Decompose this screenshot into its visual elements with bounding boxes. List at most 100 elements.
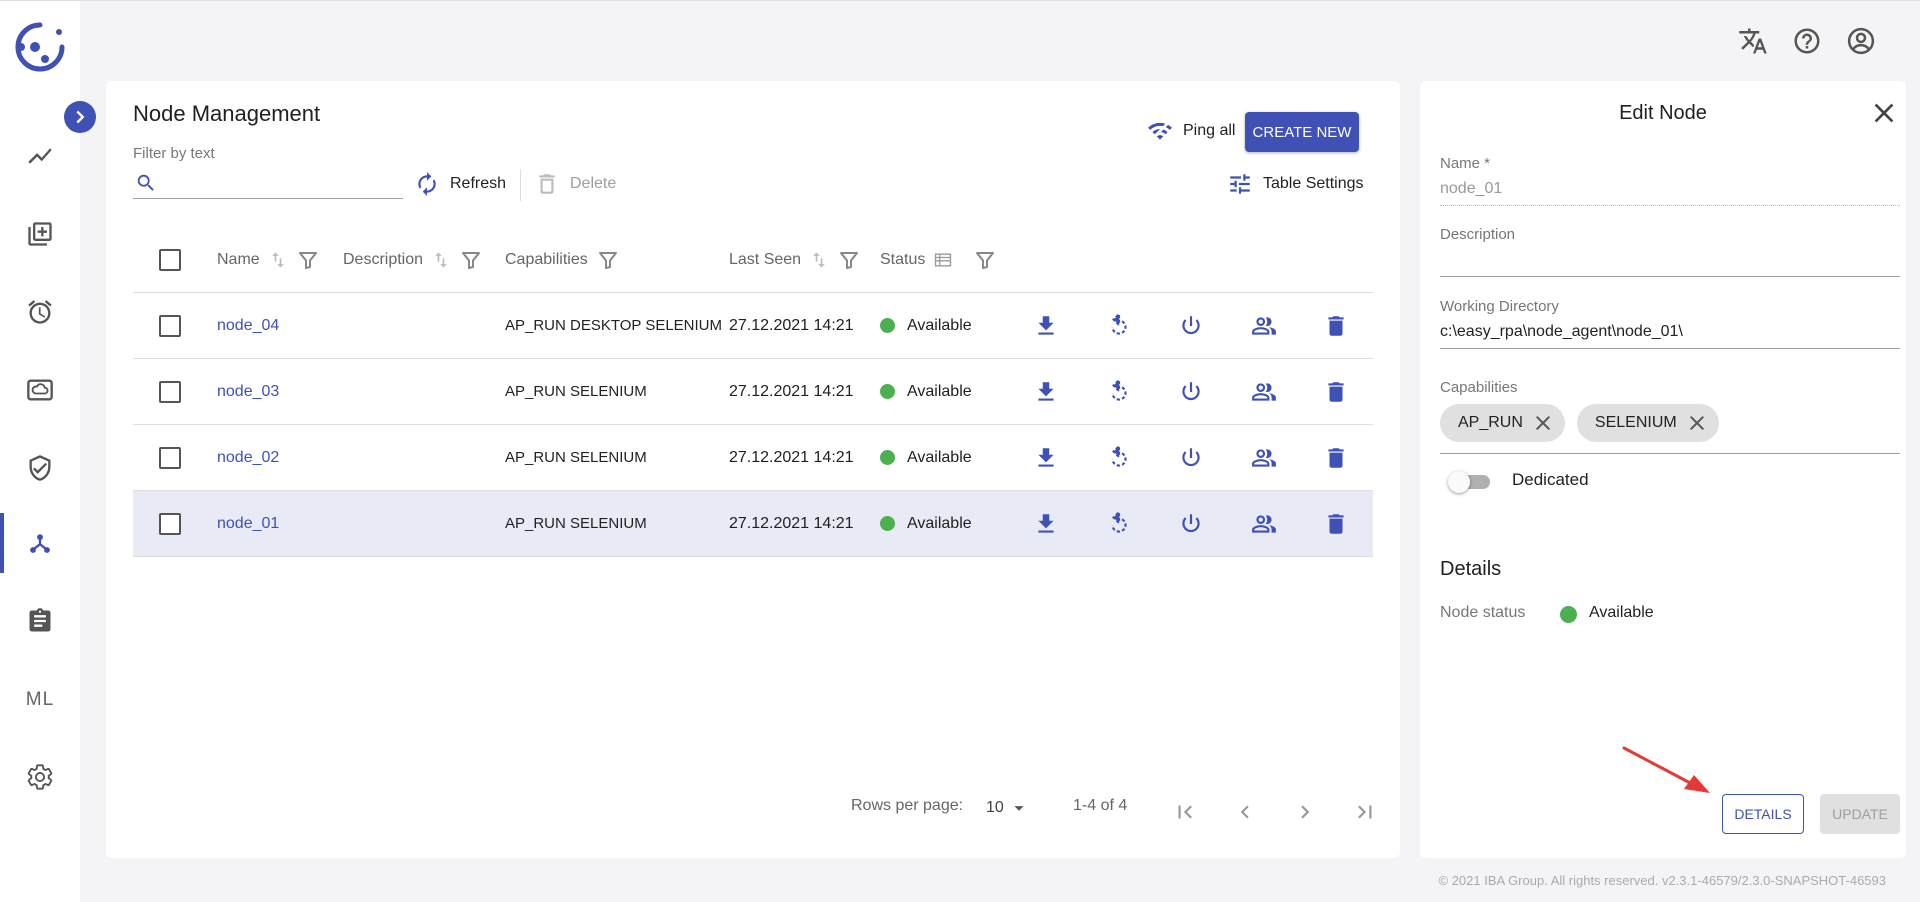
sidebar-item-schedules[interactable]: [0, 282, 80, 342]
refresh-button[interactable]: Refresh: [414, 171, 506, 197]
delete-row-button[interactable]: [1323, 491, 1349, 556]
name-field-label: Name *: [1440, 155, 1491, 172]
node-name-link[interactable]: node_02: [217, 425, 279, 490]
dedicated-label: Dedicated: [1512, 470, 1589, 489]
language-button[interactable]: [1738, 26, 1768, 56]
column-header-description[interactable]: Description: [343, 227, 483, 292]
rows-per-page-select[interactable]: 10: [986, 797, 1030, 819]
sidebar-item-automation-processes[interactable]: [0, 204, 80, 264]
close-panel-button[interactable]: [1868, 97, 1900, 129]
row-select-cell: [159, 359, 181, 424]
filter-icon[interactable]: [296, 248, 320, 272]
restart-button[interactable]: [1106, 425, 1132, 490]
download-button[interactable]: [1033, 425, 1059, 490]
sidebar-expand-button[interactable]: [64, 101, 96, 133]
node-name-link[interactable]: node_03: [217, 359, 279, 424]
chevron-left-icon: [1240, 805, 1249, 819]
capability-chip-label: SELENIUM: [1594, 414, 1677, 431]
people-icon: [1252, 316, 1276, 335]
power-button[interactable]: [1178, 425, 1204, 490]
sidebar-item-storage[interactable]: [0, 360, 80, 420]
table-settings-button[interactable]: Table Settings: [1227, 171, 1364, 197]
download-icon: [1038, 447, 1054, 467]
users-button[interactable]: [1251, 491, 1277, 556]
table-row[interactable]: node_03 AP_RUN SELENIUM 27.12.2021 14:21…: [133, 359, 1373, 425]
delete-row-button[interactable]: [1323, 425, 1349, 490]
people-icon: [1252, 514, 1276, 533]
next-page-button[interactable]: [1292, 799, 1318, 825]
sidebar-item-ml[interactable]: ML: [0, 670, 80, 730]
details-button[interactable]: DETAILS: [1722, 794, 1804, 834]
app-logo[interactable]: [12, 19, 68, 75]
working-directory-value[interactable]: c:\easy_rpa\node_agent\node_01\: [1440, 323, 1900, 349]
sidebar-item-security[interactable]: [0, 438, 80, 498]
row-checkbox[interactable]: [159, 380, 181, 403]
column-header-name[interactable]: Name: [217, 227, 320, 292]
row-checkbox[interactable]: [159, 446, 181, 469]
delete-row-button[interactable]: [1323, 293, 1349, 358]
column-header-capabilities[interactable]: Capabilities: [505, 227, 620, 292]
create-new-button[interactable]: CREATE NEW: [1245, 112, 1359, 152]
node-name-link[interactable]: node_04: [217, 293, 279, 358]
top-border: [0, 0, 1920, 1]
close-icon[interactable]: [1685, 411, 1709, 435]
sort-icon[interactable]: [268, 250, 288, 270]
first-page-button[interactable]: [1172, 799, 1198, 825]
restart-button[interactable]: [1106, 293, 1132, 358]
previous-page-button[interactable]: [1232, 799, 1258, 825]
sort-icon[interactable]: [809, 250, 829, 270]
restart-button[interactable]: [1106, 359, 1132, 424]
help-button[interactable]: [1792, 26, 1822, 56]
dropdown-arrow-icon: [1014, 806, 1024, 811]
working-directory-field[interactable]: Working Directory c:\easy_rpa\node_agent…: [1440, 298, 1900, 349]
close-icon[interactable]: [1531, 411, 1555, 435]
filter-input[interactable]: [165, 169, 401, 197]
capabilities-field[interactable]: Capabilities AP_RUN SELENIUM: [1440, 379, 1900, 454]
delete-button[interactable]: Delete: [534, 171, 616, 197]
sidebar-item-tasks[interactable]: [0, 591, 80, 651]
sidebar-item-dashboard[interactable]: [0, 126, 80, 186]
node-name-link[interactable]: node_01: [217, 491, 279, 556]
row-checkbox[interactable]: [159, 314, 181, 337]
users-button[interactable]: [1251, 359, 1277, 424]
sidebar-item-settings[interactable]: [0, 747, 80, 807]
column-header-last-seen[interactable]: Last Seen: [729, 227, 861, 292]
toolbar-divider: [520, 169, 521, 201]
table-row[interactable]: node_02 AP_RUN SELENIUM 27.12.2021 14:21…: [133, 425, 1373, 491]
filter-icon[interactable]: [596, 248, 620, 272]
delete-row-button[interactable]: [1323, 359, 1349, 424]
users-button[interactable]: [1251, 425, 1277, 490]
description-field[interactable]: Description: [1440, 226, 1900, 277]
status-dot: [880, 384, 895, 399]
table-row[interactable]: node_01 AP_RUN SELENIUM 27.12.2021 14:21…: [133, 491, 1373, 557]
power-button[interactable]: [1178, 491, 1204, 556]
filter-icon[interactable]: [973, 248, 997, 272]
download-icon: [1038, 381, 1054, 401]
list-view-icon[interactable]: [933, 250, 953, 270]
power-button[interactable]: [1178, 359, 1204, 424]
power-button[interactable]: [1178, 293, 1204, 358]
sidebar-item-ml-label: ML: [25, 689, 55, 710]
column-header-status[interactable]: Status: [880, 227, 997, 292]
sidebar-item-nodes[interactable]: [0, 513, 80, 573]
account-button[interactable]: [1846, 26, 1876, 56]
capability-chip: SELENIUM: [1576, 404, 1719, 442]
node-capabilities: AP_RUN SELENIUM: [505, 449, 647, 466]
last-page-button[interactable]: [1352, 799, 1378, 825]
ping-all-button[interactable]: Ping all: [1147, 118, 1235, 144]
download-button[interactable]: [1033, 293, 1059, 358]
filter-icon[interactable]: [837, 248, 861, 272]
download-button[interactable]: [1033, 359, 1059, 424]
filter-icon[interactable]: [459, 248, 483, 272]
users-button[interactable]: [1251, 293, 1277, 358]
update-button[interactable]: UPDATE: [1820, 794, 1900, 834]
download-button[interactable]: [1033, 491, 1059, 556]
dedicated-toggle[interactable]: [1448, 470, 1490, 494]
description-field-value[interactable]: [1440, 251, 1900, 277]
restart-button[interactable]: [1106, 491, 1132, 556]
select-all-checkbox[interactable]: [159, 248, 181, 271]
table-row[interactable]: node_04 AP_RUN DESKTOP SELENIUM 27.12.20…: [133, 293, 1373, 359]
name-field[interactable]: Name * node_01: [1440, 155, 1900, 206]
row-checkbox[interactable]: [159, 512, 181, 535]
sort-icon[interactable]: [431, 250, 451, 270]
